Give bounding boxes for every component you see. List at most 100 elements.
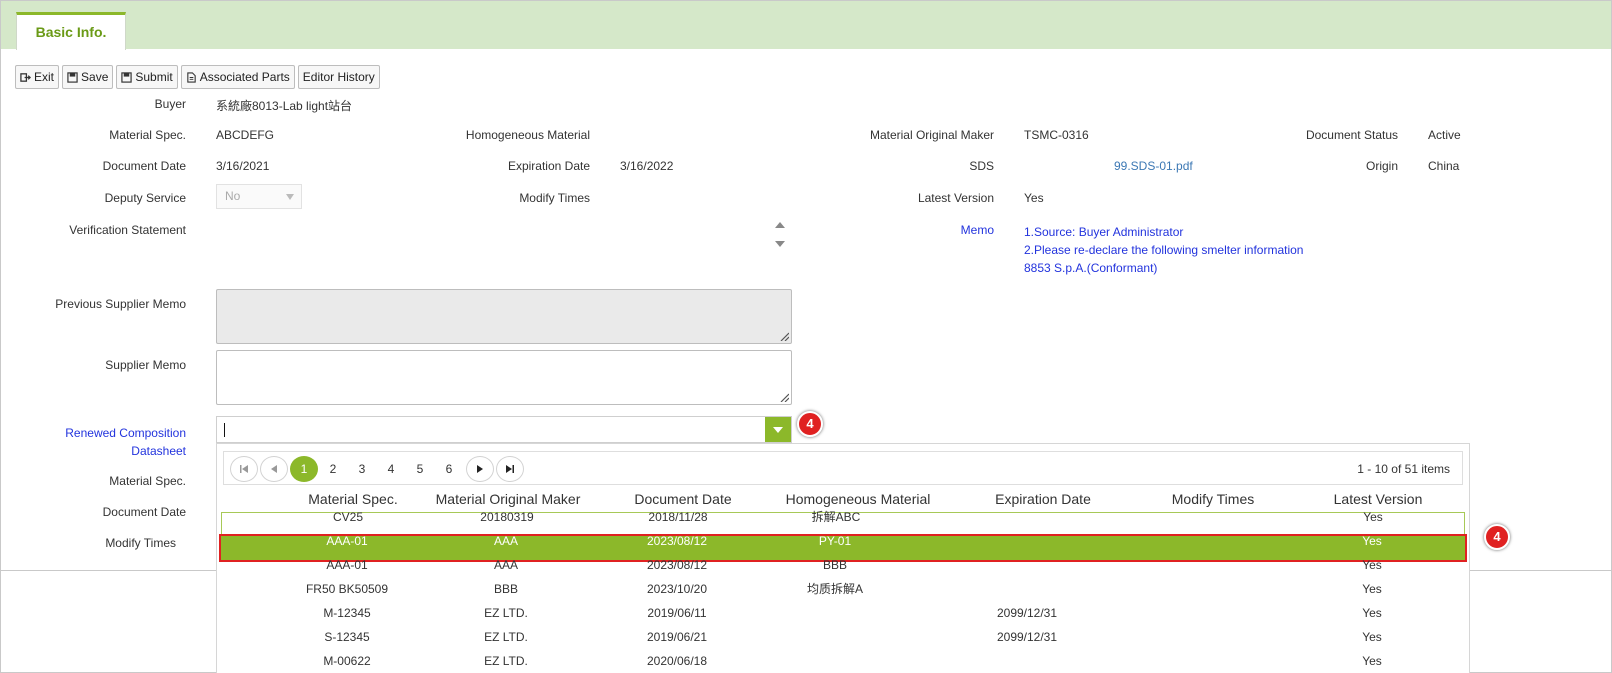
table-cell: PY-01 <box>818 534 852 548</box>
last-page-icon <box>506 465 514 473</box>
editor-history-button[interactable]: Editor History <box>297 65 380 89</box>
step-badge: 4 <box>797 411 823 437</box>
first-page-button[interactable] <box>230 456 258 482</box>
table-row[interactable]: M-12345 EZ LTD. 2019/06/11 2099/12/31 Yes <box>221 606 1465 632</box>
table-cell: Yes <box>1363 510 1383 524</box>
table-cell: Yes <box>1362 606 1382 620</box>
combobox-toggle-button[interactable] <box>765 417 791 442</box>
step-badge: 4 <box>1484 524 1510 550</box>
page-3[interactable]: 3 <box>348 456 376 482</box>
page-1[interactable]: 1 <box>290 456 318 482</box>
save-button[interactable]: Save <box>62 65 114 89</box>
table-cell: M-00622 <box>323 654 371 668</box>
tab-bar: Basic Info. <box>1 1 1611 50</box>
table-row[interactable]: FR50 BK50509 BBB 2023/10/20 均质拆解A Yes <box>221 582 1465 608</box>
page-5[interactable]: 5 <box>406 456 434 482</box>
supplier-memo-label: Supplier Memo <box>105 358 186 372</box>
buyer-label: Buyer <box>154 97 186 111</box>
table-cell: FR50 BK50509 <box>305 582 389 596</box>
table-cell: 2023/10/20 <box>646 582 708 596</box>
submit-label: Submit <box>135 70 173 84</box>
column-header: Homogeneous Material <box>785 491 931 507</box>
lower-document-date-label: Document Date <box>102 505 186 519</box>
table-cell: 2099/12/31 <box>996 630 1058 644</box>
scroll-down-icon[interactable] <box>775 241 785 247</box>
original-maker-value: TSMC-0316 <box>1024 128 1089 142</box>
deputy-service-value: No <box>225 189 241 203</box>
latest-version-label: Latest Version <box>917 191 994 205</box>
table-cell: EZ LTD. <box>484 606 528 620</box>
renewed-label-line: Renewed Composition <box>65 426 186 440</box>
memo-line: 8853 S.p.A.(Conformant) <box>1024 261 1158 275</box>
expiration-date-value: 3/16/2022 <box>620 159 674 173</box>
modify-times-label: Modify Times <box>519 191 590 205</box>
tab-basic-info[interactable]: Basic Info. <box>16 12 126 50</box>
table-cell: AAA-01 <box>326 534 368 548</box>
document-date-label: Document Date <box>102 159 186 173</box>
origin-value: China <box>1428 159 1460 173</box>
latest-version-value: Yes <box>1024 191 1044 205</box>
pager-info: 1 - 10 of 51 items <box>1357 462 1450 476</box>
table-cell: Yes <box>1362 654 1382 668</box>
toolbar: Exit Save Submit Associated Parts Editor… <box>15 65 380 89</box>
material-spec-value: ABCDEFG <box>216 128 275 142</box>
lower-material-spec-label: Material Spec. <box>109 474 186 488</box>
text-cursor <box>224 423 225 437</box>
table-cell: BBB <box>493 582 518 596</box>
supplier-memo-textarea[interactable] <box>216 350 792 405</box>
column-header: Material Original Maker <box>435 491 581 507</box>
buyer-value: 系統廠8013-Lab light站台 <box>216 99 353 113</box>
table-cell: 2099/12/31 <box>996 606 1058 620</box>
column-header: Latest Version <box>1333 491 1423 507</box>
renewed-composition-combobox[interactable] <box>216 416 792 443</box>
homogeneous-label: Homogeneous Material <box>465 128 590 142</box>
exit-icon <box>20 72 31 82</box>
table-cell: 拆解ABC <box>811 510 861 524</box>
table-cell: AAA <box>493 534 518 548</box>
table-row[interactable]: CV25 20180319 2018/11/28 拆解ABC Yes <box>221 510 1465 536</box>
chevron-down-icon <box>286 194 294 200</box>
next-page-button[interactable] <box>466 456 494 482</box>
column-header: Expiration Date <box>995 491 1091 507</box>
expiration-date-label: Expiration Date <box>507 159 590 173</box>
memo-text: 1.Source: Buyer Administrator 2.Please r… <box>1024 223 1303 277</box>
table-row[interactable]: S-12345 EZ LTD. 2019/06/21 2099/12/31 Yes <box>221 630 1465 656</box>
resize-grip-icon[interactable] <box>779 392 789 402</box>
table-cell: EZ LTD. <box>484 630 528 644</box>
table-row[interactable]: AAA-01 AAA 2023/08/12 PY-01 Yes <box>219 534 1467 562</box>
document-date-value: 3/16/2021 <box>216 159 270 173</box>
sds-label: SDS <box>969 159 994 173</box>
table-row[interactable]: M-00622 EZ LTD. 2020/06/18 Yes <box>221 654 1465 673</box>
column-header: Document Date <box>634 491 732 507</box>
prev-page-icon <box>271 465 277 473</box>
page-2[interactable]: 2 <box>319 456 347 482</box>
table-cell: BBB <box>822 558 847 572</box>
lower-modify-times-label: Modify Times <box>105 536 176 550</box>
page-4[interactable]: 4 <box>377 456 405 482</box>
next-page-icon <box>477 465 483 473</box>
column-header: Modify Times <box>1171 491 1255 507</box>
page-6[interactable]: 6 <box>435 456 463 482</box>
submit-button[interactable]: Submit <box>116 65 178 89</box>
last-page-button[interactable] <box>496 456 524 482</box>
table-cell: 2023/08/12 <box>646 558 708 572</box>
associated-parts-button[interactable]: Associated Parts <box>180 65 295 89</box>
resize-grip-icon <box>780 332 789 341</box>
editor-history-label: Editor History <box>302 70 375 84</box>
table-row[interactable]: AAA-01 AAA 2023/08/12 BBB Yes <box>221 558 1465 584</box>
table-cell: 2018/11/28 <box>648 510 708 524</box>
sds-file-link[interactable]: 99.SDS-01.pdf <box>1114 159 1193 173</box>
scroll-up-icon[interactable] <box>775 222 785 228</box>
save-icon <box>67 71 78 83</box>
origin-label: Origin <box>1365 159 1398 173</box>
table-cell: AAA-01 <box>326 558 368 572</box>
table-cell: 2023/08/12 <box>646 534 708 548</box>
table-cell: 2019/06/21 <box>646 630 708 644</box>
prev-page-button[interactable] <box>260 456 288 482</box>
deputy-service-select: No <box>216 184 302 209</box>
save-label: Save <box>81 70 109 84</box>
combobox-dropdown: 1 2 3 4 5 6 1 - 10 of 51 items Material … <box>216 443 1470 673</box>
exit-button[interactable]: Exit <box>15 65 60 89</box>
table-cell: Yes <box>1362 558 1382 572</box>
exit-label: Exit <box>34 70 55 84</box>
